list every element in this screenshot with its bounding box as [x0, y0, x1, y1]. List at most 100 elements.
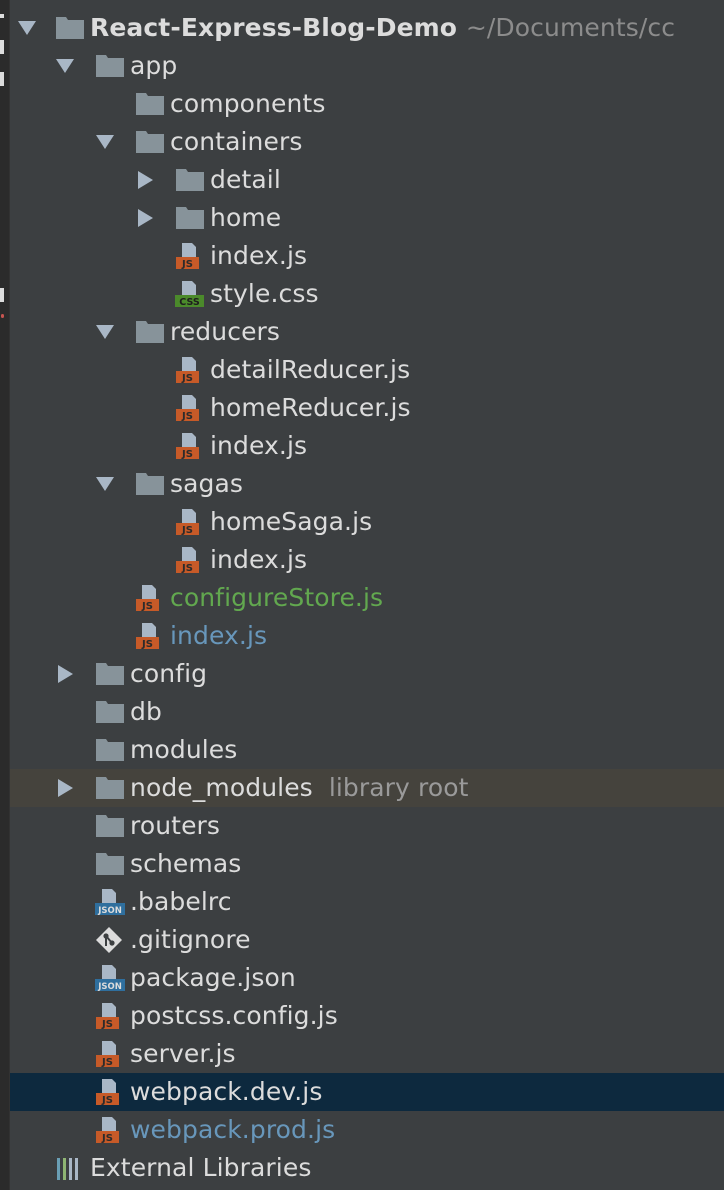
tree-row-schemas[interactable]: schemas [10, 845, 724, 883]
svg-text:JS: JS [181, 449, 193, 460]
tree-row-node-modules[interactable]: node_modules library root [10, 769, 724, 807]
javascript-file-icon: JS [175, 242, 205, 270]
tree-row-file[interactable]: JSON package.json [10, 959, 724, 997]
javascript-file-icon: JS [95, 1002, 125, 1030]
tree-row-components[interactable]: components [10, 85, 724, 123]
tree-item-label: reducers [170, 317, 281, 346]
tree-row-file[interactable]: JS webpack.prod.js [10, 1111, 724, 1149]
chevron-down-icon[interactable] [18, 21, 36, 35]
tree-item-label: .gitignore [130, 925, 251, 954]
tree-row-home[interactable]: home [10, 199, 724, 237]
tree-item-label: components [170, 89, 326, 118]
javascript-file-icon: JS [175, 508, 205, 536]
tree-row-file[interactable]: JS configureStore.js [10, 579, 724, 617]
svg-text:JS: JS [141, 601, 153, 612]
css-file-icon: CSS [175, 280, 205, 308]
project-tool-window: React-Express-Blog-Demo ~/Documents/cc a… [0, 0, 724, 1190]
folder-icon [175, 204, 205, 232]
tree-row-modules[interactable]: modules [10, 731, 724, 769]
chevron-down-icon[interactable] [96, 477, 114, 491]
project-tree[interactable]: React-Express-Blog-Demo ~/Documents/cc a… [10, 9, 724, 1187]
tree-item-label: External Libraries [90, 1153, 312, 1182]
folder-icon [95, 52, 125, 80]
javascript-file-icon: JS [95, 1040, 125, 1068]
tree-row-file[interactable]: JSON .babelrc [10, 883, 724, 921]
tree-item-label: home [210, 203, 282, 232]
tree-row-file[interactable]: JS detailReducer.js [10, 351, 724, 389]
tree-item-label: routers [130, 811, 221, 840]
svg-text:JS: JS [101, 1133, 113, 1144]
tree-row-db[interactable]: db [10, 693, 724, 731]
javascript-file-icon: JS [175, 432, 205, 460]
chevron-right-icon[interactable] [58, 779, 73, 797]
json-file-icon: JSON [95, 888, 125, 916]
tree-item-label: index.js [170, 621, 268, 650]
tree-row-config[interactable]: config [10, 655, 724, 693]
tree-item-label: .babelrc [130, 887, 232, 916]
tree-row-file-selected[interactable]: JS webpack.dev.js [10, 1073, 724, 1111]
svg-text:JS: JS [181, 411, 193, 422]
tree-row-file[interactable]: .gitignore [10, 921, 724, 959]
tree-row-file[interactable]: JS homeSaga.js [10, 503, 724, 541]
folder-icon [95, 660, 125, 688]
libraries-icon [55, 1154, 85, 1182]
tree-item-label: schemas [130, 849, 242, 878]
svg-text:JS: JS [101, 1019, 113, 1030]
tree-row-external-libraries[interactable]: External Libraries [10, 1149, 724, 1187]
svg-text:JSON: JSON [97, 906, 122, 916]
tree-item-label: detailReducer.js [210, 355, 411, 384]
svg-text:JS: JS [181, 525, 193, 536]
tree-row-reducers[interactable]: reducers [10, 313, 724, 351]
left-gutter [0, 0, 10, 1190]
tree-row-file[interactable]: CSS style.css [10, 275, 724, 313]
svg-text:CSS: CSS [179, 297, 200, 308]
tree-row-file[interactable]: JS index.js [10, 237, 724, 275]
javascript-file-icon: JS [175, 546, 205, 574]
tree-item-label: index.js [210, 545, 308, 574]
svg-text:JS: JS [181, 563, 193, 574]
tree-item-label: style.css [210, 279, 319, 308]
tree-item-label: config [130, 659, 208, 688]
tree-row-app[interactable]: app [10, 47, 724, 85]
json-file-icon: JSON [95, 964, 125, 992]
tree-item-label: containers [170, 127, 303, 156]
tree-item-label: configureStore.js [170, 583, 384, 612]
folder-icon [95, 774, 125, 802]
folder-icon [135, 90, 165, 118]
tree-item-label: homeSaga.js [210, 507, 373, 536]
chevron-right-icon[interactable] [138, 209, 153, 227]
svg-text:JS: JS [101, 1095, 113, 1106]
chevron-right-icon[interactable] [138, 171, 153, 189]
tree-row-file[interactable]: JS postcss.config.js [10, 997, 724, 1035]
folder-icon [95, 736, 125, 764]
tree-item-label: modules [130, 735, 238, 764]
tree-item-label: app [130, 51, 178, 80]
chevron-right-icon[interactable] [58, 665, 73, 683]
svg-text:JS: JS [141, 639, 153, 650]
tree-row-file[interactable]: JS index.js [10, 541, 724, 579]
project-name: React-Express-Blog-Demo ~/Documents/cc [90, 13, 676, 42]
svg-text:JSON: JSON [97, 982, 122, 992]
javascript-file-icon: JS [95, 1078, 125, 1106]
tree-row-file[interactable]: JS index.js [10, 617, 724, 655]
tree-item-label: index.js [210, 431, 308, 460]
tree-row-detail[interactable]: detail [10, 161, 724, 199]
chevron-down-icon[interactable] [96, 135, 114, 149]
tree-row-file[interactable]: JS server.js [10, 1035, 724, 1073]
git-icon [95, 926, 125, 954]
tree-row-file[interactable]: JS homeReducer.js [10, 389, 724, 427]
folder-icon [135, 318, 165, 346]
tree-row-routers[interactable]: routers [10, 807, 724, 845]
tree-item-label: postcss.config.js [130, 1001, 338, 1030]
chevron-down-icon[interactable] [56, 59, 74, 73]
folder-icon [175, 166, 205, 194]
tree-item-label: webpack.dev.js [130, 1077, 323, 1106]
tree-row-sagas[interactable]: sagas [10, 465, 724, 503]
folder-icon [135, 470, 165, 498]
tree-row-containers[interactable]: containers [10, 123, 724, 161]
svg-text:JS: JS [181, 259, 193, 270]
tree-row-project-root[interactable]: React-Express-Blog-Demo ~/Documents/cc [10, 9, 724, 47]
chevron-down-icon[interactable] [96, 325, 114, 339]
tree-row-file[interactable]: JS index.js [10, 427, 724, 465]
tree-item-label: node_modules library root [130, 773, 469, 802]
